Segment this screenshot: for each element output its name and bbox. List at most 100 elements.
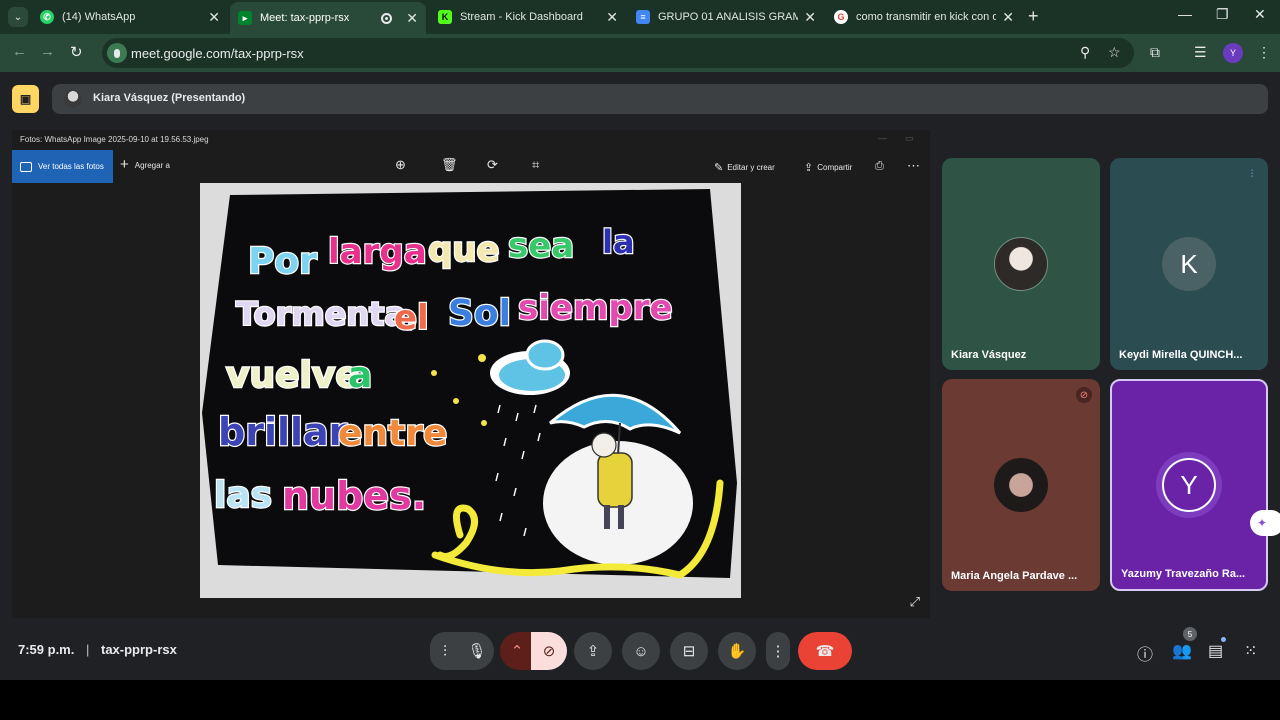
poster-image: Por larga que sea la Tormenta, el Sol si… — [200, 183, 741, 598]
view-all-photos-button[interactable]: Ver todas las fotos — [12, 150, 113, 183]
window-minimize-icon: — — [878, 133, 887, 143]
poster-word: entre — [338, 413, 447, 454]
tab-kick[interactable]: K Stream - Kick Dashboard ✕ — [430, 4, 626, 30]
close-icon[interactable]: ✕ — [406, 10, 418, 27]
more-menu-icon[interactable]: ⋮ — [1257, 44, 1271, 61]
edit-create-button[interactable]: ✎ Editar y crear — [714, 161, 775, 174]
meeting-code: tax-pprp-rsx — [101, 642, 177, 657]
tab-search-dropdown[interactable]: ⌄ — [8, 7, 28, 27]
participant-tile[interactable]: Kiara Vásquez — [942, 158, 1100, 370]
leave-call-button[interactable]: ☎ — [798, 632, 852, 670]
microphone-button[interactable]: 🎙 — [460, 632, 494, 670]
tab-title: Meet: tax-pprp-rsx — [260, 12, 350, 24]
divider: | — [85, 642, 90, 657]
poster-word: vuelve — [226, 355, 360, 396]
poster-word: el — [394, 298, 429, 338]
print-icon[interactable]: ⎙ — [875, 160, 884, 173]
back-button[interactable]: ← — [12, 43, 27, 60]
share-button[interactable]: ⇪ Compartir — [804, 161, 852, 174]
new-tab-button[interactable]: + — [1028, 6, 1039, 27]
recording-icon — [381, 12, 393, 24]
tab-docs[interactable]: ≡ GRUPO 01 ANALISIS GRAMATIC ✕ — [628, 4, 824, 30]
bookmark-star-icon[interactable]: ☆ — [1108, 44, 1121, 61]
chat-icon[interactable]: ▤ — [1208, 641, 1223, 661]
tab-google-search[interactable]: G como transmitir en kick con ob ✕ — [826, 4, 1022, 30]
presenter-bar: Kiara Vásquez (Presentando) — [52, 84, 1268, 114]
meet-stage: ▣ Kiara Vásquez (Presentando) Fotos: Wha… — [0, 72, 1280, 680]
poster-word: siempre — [518, 288, 673, 328]
poster-word: Tormenta, — [236, 295, 418, 333]
gemini-notes-icon[interactable]: ✦ — [1250, 510, 1280, 536]
audio-settings-icon[interactable]: ⫶ — [430, 632, 460, 670]
close-icon[interactable]: ✕ — [606, 9, 618, 26]
meeting-info-text: 7:59 p.m. | tax-pprp-rsx — [18, 642, 177, 657]
profile-avatar[interactable]: Y — [1223, 43, 1243, 63]
audio-level-icon: ⫶ — [1250, 168, 1254, 180]
people-icon[interactable]: 👥 — [1172, 641, 1192, 661]
close-window-button[interactable]: ✕ — [1254, 6, 1266, 23]
emoji-reaction-button[interactable]: ☺ — [622, 632, 660, 670]
close-icon[interactable]: ✕ — [208, 9, 220, 26]
present-screen-button[interactable]: ⇪ — [574, 632, 612, 670]
media-controls-icon[interactable]: ☰ — [1194, 44, 1207, 61]
participant-tile[interactable]: ⫶ K Keydi Mirella QUINCH... — [1110, 158, 1268, 370]
camera-off-button[interactable]: ⊘ — [531, 632, 567, 670]
window-maximize-icon: ▭ — [905, 133, 914, 143]
tab-title: como transmitir en kick con ob — [856, 11, 997, 23]
tab-meet[interactable]: ▸ Meet: tax-pprp-rsx ✕ — [230, 2, 426, 34]
browser-tab-strip: ⌄ ✆ (14) WhatsApp ✕ ▸ Meet: tax-pprp-rsx… — [0, 0, 1280, 34]
poster-word: sea — [508, 226, 574, 266]
close-icon[interactable]: ✕ — [804, 9, 816, 26]
extensions-icon[interactable]: ⧉ — [1150, 44, 1160, 61]
browser-toolbar: ← → ↻ meet.google.com/tax-pprp-rsx ⚲ ☆ ⧉… — [0, 34, 1280, 72]
rotate-icon[interactable]: ⟳ — [487, 157, 498, 173]
photos-window-title: Fotos: WhatsApp Image 2025-09-10 at 19.5… — [20, 135, 209, 144]
address-bar[interactable]: meet.google.com/tax-pprp-rsx ⚲ ☆ — [102, 38, 1134, 68]
stop-presenting-icon[interactable]: ▣ — [12, 85, 39, 113]
activities-icon[interactable]: ⁙ — [1244, 641, 1257, 661]
participant-avatar: Y — [1162, 458, 1216, 512]
delete-icon[interactable]: 🗑 — [441, 157, 458, 173]
zoom-in-icon[interactable]: ⊕ — [395, 157, 406, 173]
captions-button[interactable]: ⊟ — [670, 632, 708, 670]
reload-button[interactable]: ↻ — [70, 43, 83, 61]
shared-photo: Por larga que sea la Tormenta, el Sol si… — [200, 183, 741, 598]
participant-tile[interactable]: Y Yazumy Travezaño Ra... — [1110, 379, 1268, 591]
participant-name: Yazumy Travezaño Ra... — [1121, 568, 1246, 580]
add-to-button[interactable]: + Agregar a — [120, 157, 170, 172]
image-icon — [20, 161, 32, 172]
share-icon: ⇪ — [804, 162, 814, 174]
view-all-photos-label: Ver todas las fotos — [38, 162, 104, 171]
zoom-icon[interactable]: ⚲ — [1080, 44, 1090, 61]
close-icon[interactable]: ✕ — [1002, 9, 1014, 26]
maximize-button[interactable]: ❐ — [1216, 6, 1229, 23]
tab-title: Stream - Kick Dashboard — [460, 11, 583, 23]
muted-mic-icon: ⊘ — [1076, 387, 1092, 403]
crop-icon[interactable]: ⌗ — [532, 157, 539, 173]
tab-title: (14) WhatsApp — [62, 11, 136, 23]
chat-notification-dot — [1221, 637, 1226, 642]
tab-title: GRUPO 01 ANALISIS GRAMATIC — [658, 11, 799, 23]
forward-button[interactable]: → — [40, 43, 55, 60]
raise-hand-button[interactable]: ✋ — [718, 632, 756, 670]
presenter-label: Kiara Vásquez (Presentando) — [93, 92, 246, 104]
fullscreen-icon[interactable]: ⤢ — [910, 594, 920, 610]
meeting-details-icon[interactable]: ⓘ — [1137, 641, 1153, 665]
participant-tile[interactable]: ⊘ Maria Angela Pardave ... — [942, 379, 1100, 591]
participant-name: Keydi Mirella QUINCH... — [1119, 349, 1243, 361]
poster-word: las — [214, 475, 272, 516]
poster-word: larga — [328, 232, 427, 272]
poster-word: brillar — [218, 410, 348, 454]
camera-options-chevron-icon[interactable]: ⌃ — [500, 632, 534, 670]
minimize-button[interactable]: — — [1178, 6, 1192, 22]
more-options-button[interactable]: ⋮ — [766, 632, 790, 670]
tab-whatsapp[interactable]: ✆ (14) WhatsApp ✕ — [32, 4, 228, 30]
more-options-icon[interactable]: ⋯ — [907, 158, 920, 174]
participant-avatar: K — [1162, 237, 1216, 291]
microphone-site-icon[interactable] — [107, 43, 127, 63]
whatsapp-icon: ✆ — [40, 10, 54, 24]
poster-word: Por — [248, 241, 317, 282]
edit-icon: ✎ — [714, 162, 724, 174]
participant-name: Kiara Vásquez — [951, 349, 1027, 361]
poster-word: a — [348, 355, 372, 396]
